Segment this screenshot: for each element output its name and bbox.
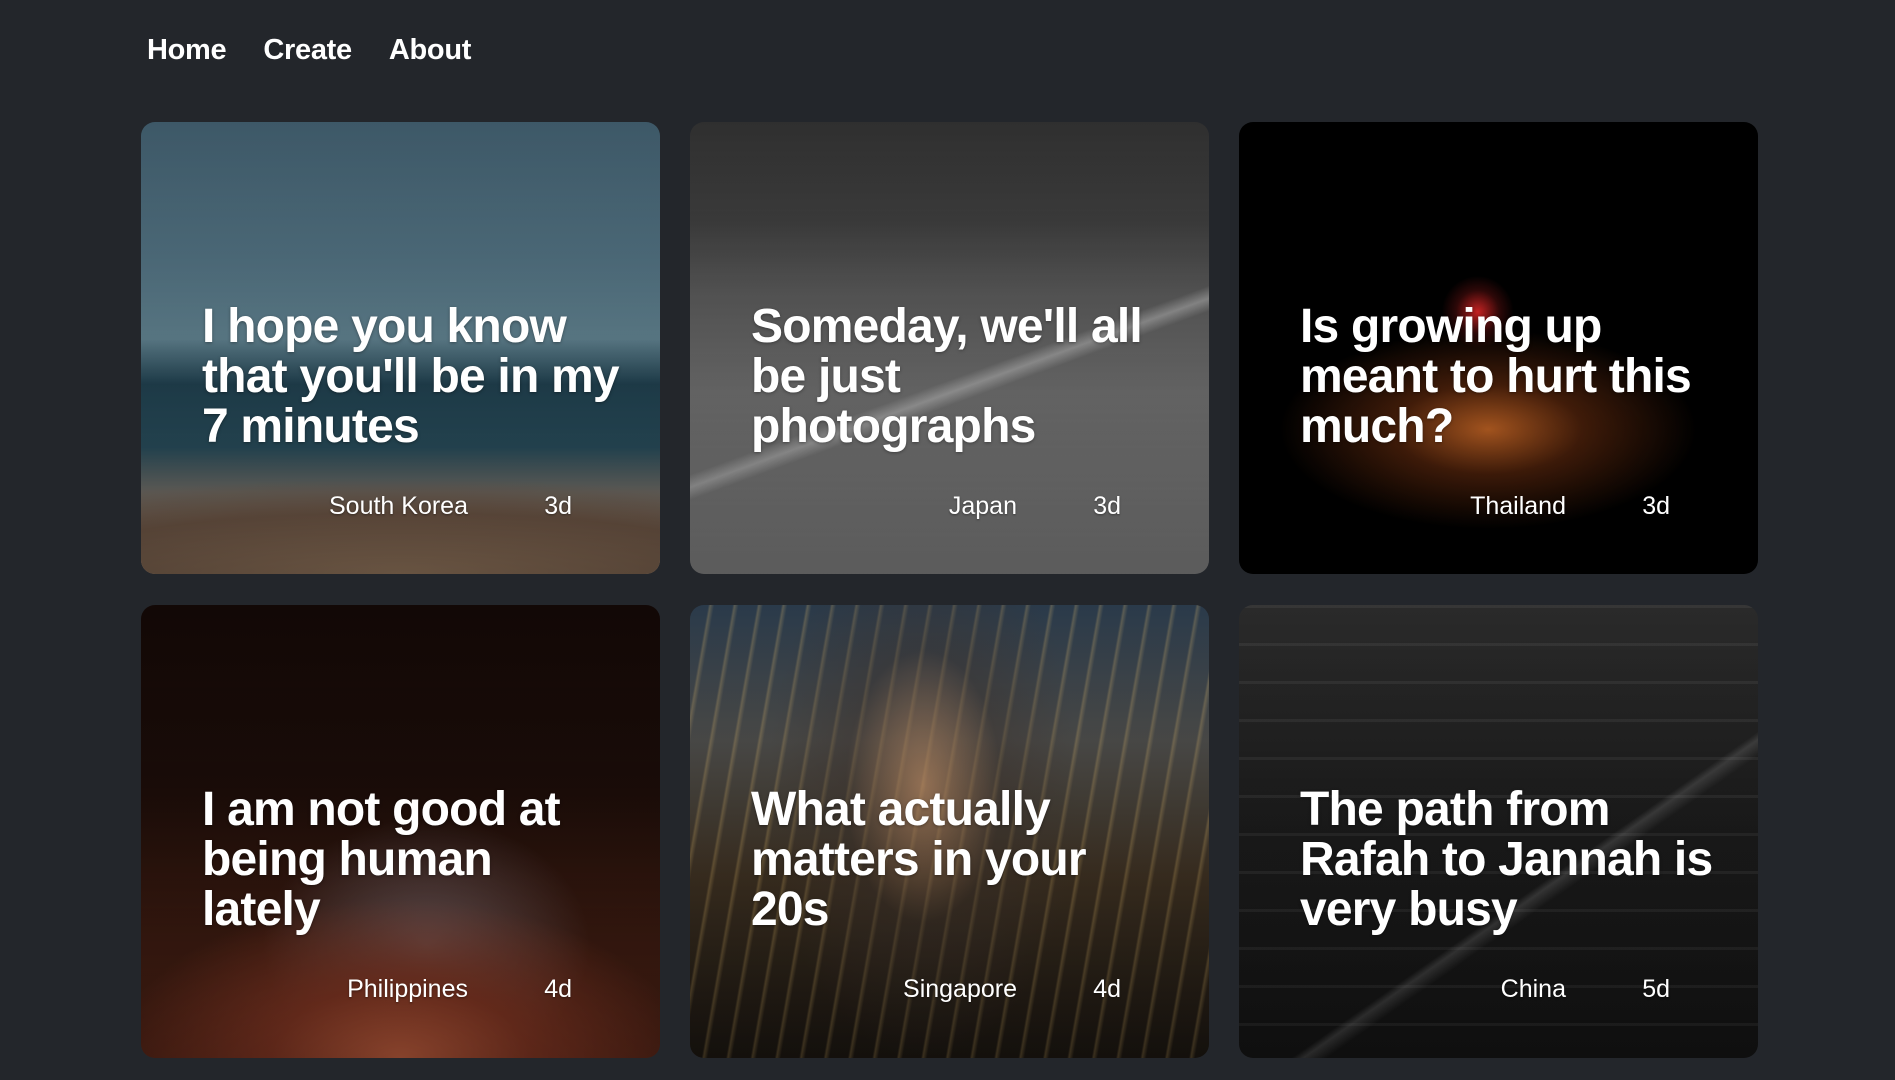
post-card[interactable]: What actually matters in your 20s Singap… [690, 605, 1209, 1058]
top-nav: Home Create About [147, 34, 471, 67]
post-age: 5d [1642, 975, 1670, 1003]
post-title: Someday, we'll all be just photographs [751, 300, 1143, 453]
post-card[interactable]: I hope you know that you'll be in my 7 m… [141, 122, 660, 574]
nav-about-link[interactable]: About [389, 34, 472, 67]
post-meta: Japan 3d [949, 492, 1121, 521]
post-age: 3d [1093, 492, 1121, 520]
post-age: 3d [544, 492, 572, 520]
post-country: Japan [948, 492, 1017, 520]
post-title: I am not good at being human lately [202, 783, 561, 936]
nav-home-link[interactable]: Home [147, 34, 227, 67]
post-meta: Thailand 3d [1470, 492, 1670, 521]
post-country: Philippines [347, 975, 468, 1003]
post-age: 4d [544, 975, 572, 1003]
post-title: I hope you know that you'll be in my 7 m… [202, 300, 620, 453]
nav-create-link[interactable]: Create [263, 34, 352, 67]
post-title: What actually matters in your 20s [751, 783, 1087, 936]
post-age: 4d [1093, 975, 1121, 1003]
post-age: 3d [1642, 492, 1670, 520]
post-card[interactable]: I am not good at being human lately Phil… [141, 605, 660, 1058]
post-country: Singapore [903, 975, 1017, 1003]
post-country: South Korea [329, 492, 468, 520]
post-country: Thailand [1470, 492, 1566, 520]
post-card[interactable]: Is growing up meant to hurt this much? T… [1239, 122, 1758, 574]
post-meta: Philippines 4d [347, 975, 572, 1004]
post-card[interactable]: Someday, we'll all be just photographs J… [690, 122, 1209, 574]
post-meta: South Korea 3d [329, 492, 572, 521]
post-title: Is growing up meant to hurt this much? [1300, 300, 1692, 453]
post-card[interactable]: The path from Rafah to Jannah is very bu… [1239, 605, 1758, 1058]
post-meta: China 5d [1501, 975, 1670, 1004]
page: Home Create About I hope you know that y… [0, 0, 1895, 1080]
post-country: China [1500, 975, 1566, 1003]
post-meta: Singapore 4d [903, 975, 1121, 1004]
post-title: The path from Rafah to Jannah is very bu… [1300, 783, 1713, 936]
post-grid: I hope you know that you'll be in my 7 m… [141, 122, 1758, 1058]
